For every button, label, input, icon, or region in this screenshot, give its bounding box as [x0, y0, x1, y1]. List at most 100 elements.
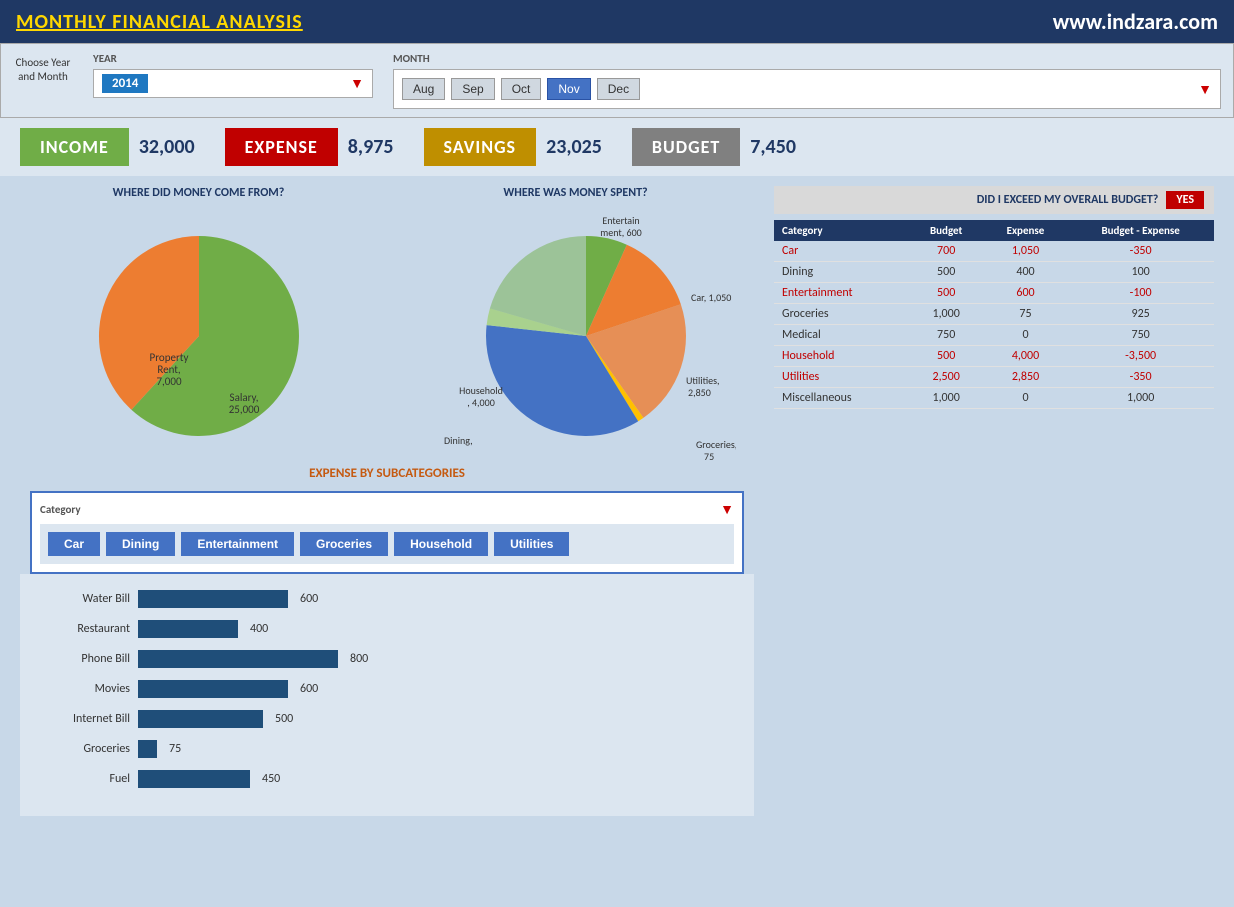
expense-value: 8,975	[348, 135, 394, 159]
budget-summary: BUDGET 7,450	[632, 128, 796, 166]
table-row: Utilities 2,500 2,850 -350	[774, 367, 1214, 388]
savings-label: SAVINGS	[424, 128, 537, 166]
bar-value-internet-bill: 500	[275, 712, 293, 726]
cat-btn-dining[interactable]: Dining	[106, 532, 175, 556]
budget-answer-badge: YES	[1166, 191, 1204, 209]
month-label: MONTH	[393, 52, 1221, 65]
bar-label-phone-bill: Phone Bill	[40, 652, 130, 666]
budget-table-header-row: Category Budget Expense Budget - Expense	[774, 220, 1214, 241]
month-dec[interactable]: Dec	[597, 78, 640, 100]
cell-category: Entertainment	[774, 283, 909, 304]
month-nov[interactable]: Nov	[547, 78, 590, 100]
bar-row-movies: Movies 600	[40, 680, 734, 698]
bar-phone-bill	[138, 650, 338, 668]
col-category: Category	[774, 220, 909, 241]
category-filter-icon[interactable]: ▼	[720, 501, 734, 518]
year-filter-icon[interactable]: ▼	[350, 75, 364, 92]
col-budget: Budget	[909, 220, 984, 241]
category-buttons: Car Dining Entertainment Groceries House…	[40, 524, 734, 564]
bar-row-restaurant: Restaurant 400	[40, 620, 734, 638]
savings-value: 23,025	[546, 135, 602, 159]
table-row: Medical 750 0 750	[774, 325, 1214, 346]
bar-row-phone-bill: Phone Bill 800	[40, 650, 734, 668]
cell-category: Household	[774, 346, 909, 367]
expense-chart-title: WHERE WAS MONEY SPENT?	[397, 186, 754, 200]
month-oct[interactable]: Oct	[501, 78, 542, 100]
car-label: Car, 1,050	[691, 291, 731, 304]
expense-pie-container: Entertain ment, 600 Car, 1,050 Utilities…	[397, 206, 754, 466]
table-row: Dining 500 400 100	[774, 262, 1214, 283]
cell-diff: 1,000	[1067, 388, 1214, 409]
budget-table: Category Budget Expense Budget - Expense…	[774, 220, 1214, 409]
bar-water-bill	[138, 590, 288, 608]
category-filter-label: Category	[40, 503, 81, 516]
cell-expense: 1,050	[984, 241, 1068, 262]
year-box: 2014 ▼	[93, 69, 373, 98]
bar-label-internet-bill: Internet Bill	[40, 712, 130, 726]
cell-expense: 75	[984, 304, 1068, 325]
bar-row-internet-bill: Internet Bill 500	[40, 710, 734, 728]
charts-row: WHERE DID MONEY COME FROM?	[10, 176, 764, 466]
month-aug[interactable]: Aug	[402, 78, 445, 100]
cell-category: Medical	[774, 325, 909, 346]
bar-movies	[138, 680, 288, 698]
bar-value-fuel: 450	[262, 772, 280, 786]
budget-table-area: DID I EXCEED MY OVERALL BUDGET? YES Cate…	[764, 176, 1224, 826]
month-sep[interactable]: Sep	[451, 78, 494, 100]
table-row: Miscellaneous 1,000 0 1,000	[774, 388, 1214, 409]
cell-budget: 2,500	[909, 367, 984, 388]
bar-internet-bill	[138, 710, 263, 728]
month-filter-icon[interactable]: ▼	[1198, 81, 1212, 98]
subcategory-title: EXPENSE BY SUBCATEGORIES	[20, 466, 754, 481]
cell-budget: 750	[909, 325, 984, 346]
cat-btn-utilities[interactable]: Utilities	[494, 532, 569, 556]
cell-budget: 500	[909, 262, 984, 283]
cat-btn-household[interactable]: Household	[394, 532, 488, 556]
income-pie-container: Property Rent, 7,000 Salary, 25,000	[20, 206, 377, 446]
month-section: MONTH Aug Sep Oct Nov Dec ▼	[393, 52, 1221, 109]
cell-diff: -3,500	[1067, 346, 1214, 367]
bar-fuel	[138, 770, 250, 788]
expense-subcategories-section: EXPENSE BY SUBCATEGORIES Category ▼ Car …	[20, 466, 754, 574]
website-url: www.indzara.com	[1053, 8, 1218, 35]
top-controls: Choose Year and Month YEAR 2014 ▼ MONTH …	[0, 43, 1234, 118]
budget-header-row: DID I EXCEED MY OVERALL BUDGET? YES	[774, 186, 1214, 214]
expense-pie-chart: Entertain ment, 600 Car, 1,050 Utilities…	[416, 206, 736, 466]
bar-label-water-bill: Water Bill	[40, 592, 130, 606]
filter-row: Category ▼	[40, 501, 734, 518]
dining-label: Dining,	[444, 434, 473, 447]
expense-subcategories-box: Category ▼ Car Dining Entertainment Groc…	[30, 491, 744, 574]
col-expense: Expense	[984, 220, 1068, 241]
bar-label-groceries: Groceries	[40, 742, 130, 756]
cell-expense: 600	[984, 283, 1068, 304]
bar-value-restaurant: 400	[250, 622, 268, 636]
cell-expense: 2,850	[984, 367, 1068, 388]
income-summary: INCOME 32,000	[20, 128, 195, 166]
cell-budget: 700	[909, 241, 984, 262]
utilities-value-label: 2,850	[688, 386, 711, 399]
table-row: Entertainment 500 600 -100	[774, 283, 1214, 304]
bar-row-fuel: Fuel 450	[40, 770, 734, 788]
cell-diff: 750	[1067, 325, 1214, 346]
bar-row-groceries: Groceries 75	[40, 740, 734, 758]
cell-expense: 0	[984, 325, 1068, 346]
salary-value-label: 25,000	[228, 403, 259, 416]
expense-label: EXPENSE	[225, 128, 338, 166]
cell-category: Groceries	[774, 304, 909, 325]
income-pie-chart: Property Rent, 7,000 Salary, 25,000	[69, 206, 329, 446]
bar-label-restaurant: Restaurant	[40, 622, 130, 636]
budget-value: 7,450	[750, 135, 796, 159]
cell-budget: 1,000	[909, 388, 984, 409]
bar-groceries	[138, 740, 157, 758]
bar-value-movies: 600	[300, 682, 318, 696]
cat-btn-groceries[interactable]: Groceries	[300, 532, 388, 556]
bar-value-groceries: 75	[169, 742, 181, 756]
cat-btn-car[interactable]: Car	[48, 532, 100, 556]
income-label: INCOME	[20, 128, 129, 166]
cell-category: Miscellaneous	[774, 388, 909, 409]
cat-btn-entertainment[interactable]: Entertainment	[181, 532, 294, 556]
left-panel: WHERE DID MONEY COME FROM?	[10, 176, 764, 826]
cell-diff: -350	[1067, 241, 1214, 262]
cell-expense: 0	[984, 388, 1068, 409]
expense-summary: EXPENSE 8,975	[225, 128, 394, 166]
